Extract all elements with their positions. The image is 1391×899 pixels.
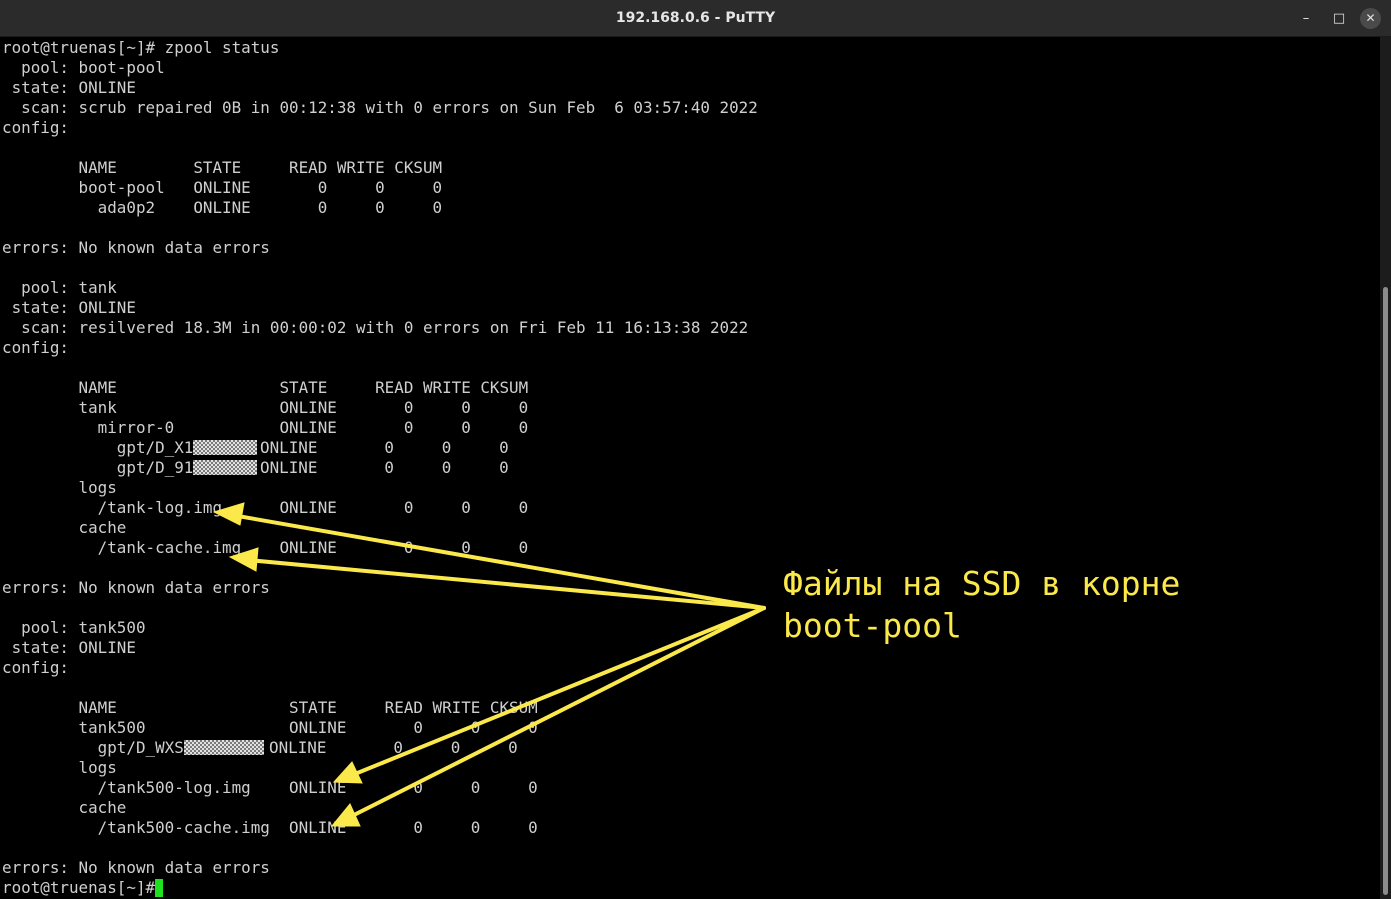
terminal-line-status: ONLINE 0 0 0 [269, 738, 518, 757]
terminal-line-text: gpt/D_X1 [2, 438, 194, 457]
terminal-line-text: /tank500-cache.img ONLINE 0 0 0 [2, 818, 538, 837]
terminal-line-text: gpt/D_WXS [2, 738, 184, 757]
terminal-line: /tank500-cache.img ONLINE 0 0 0 [2, 818, 538, 838]
terminal-line: config: [2, 658, 69, 678]
terminal-line-text: mirror-0 ONLINE 0 0 0 [2, 418, 529, 437]
terminal-line-text: config: [2, 338, 69, 357]
terminal-line: root@truenas[~]# [2, 878, 165, 898]
redacted-serial [193, 440, 258, 455]
terminal-line-status: ONLINE 0 0 0 [260, 458, 509, 477]
terminal-line-text: pool: tank [2, 278, 117, 297]
terminal-line: tank ONLINE 0 0 0 [2, 398, 529, 418]
terminal-line-text: pool: tank500 [2, 618, 146, 637]
terminal-line: NAME STATE READ WRITE CKSUM [2, 158, 443, 178]
terminal-line-text: NAME STATE READ WRITE CKSUM [2, 698, 538, 717]
terminal-line-text: config: [2, 118, 69, 137]
terminal-line-status: ONLINE 0 0 0 [260, 438, 509, 457]
terminal-line-text: cache [2, 798, 127, 817]
terminal-line: root@truenas[~]# zpool status [2, 38, 279, 58]
scrollbar[interactable] [1380, 37, 1391, 899]
terminal-line: errors: No known data errors [2, 238, 270, 258]
terminal-line-text: scan: resilvered 18.3M in 00:00:02 with … [2, 318, 749, 337]
close-icon[interactable]: ✕ [1360, 8, 1381, 29]
terminal-line: errors: No known data errors [2, 578, 270, 598]
terminal-line-text: root@truenas[~]# [2, 878, 165, 897]
terminal-line-text: logs [2, 478, 117, 497]
terminal-line-text: root@truenas[~]# zpool status [2, 38, 280, 57]
redacted-serial [193, 460, 258, 475]
terminal-line-text: cache [2, 518, 127, 537]
terminal-line: pool: tank500 [2, 618, 146, 638]
window-title: 192.168.0.6 - PuTTY [615, 10, 776, 26]
terminal-line: cache [2, 518, 127, 538]
terminal-line: NAME STATE READ WRITE CKSUM [2, 698, 538, 718]
terminal-line-text: errors: No known data errors [2, 238, 270, 257]
terminal-line-text: pool: boot-pool [2, 58, 165, 77]
redacted-serial [183, 740, 264, 755]
terminal-line: NAME STATE READ WRITE CKSUM [2, 378, 529, 398]
terminal-line: state: ONLINE [2, 78, 136, 98]
terminal-line: /tank-cache.img ONLINE 0 0 0 [2, 538, 529, 558]
terminal-line: pool: boot-pool [2, 58, 165, 78]
terminal-line: config: [2, 118, 69, 138]
terminal-output[interactable]: root@truenas[~]# zpool status pool: boot… [0, 37, 1380, 899]
terminal-line-text: /tank500-log.img ONLINE 0 0 0 [2, 778, 538, 797]
terminal-line: boot-pool ONLINE 0 0 0 [2, 178, 443, 198]
terminal-line: errors: No known data errors [2, 858, 270, 878]
terminal-line-text: errors: No known data errors [2, 578, 270, 597]
terminal-line: config: [2, 338, 69, 358]
maximize-icon[interactable]: □ [1325, 0, 1353, 37]
terminal-line: cache [2, 798, 127, 818]
terminal-line: tank500 ONLINE 0 0 0 [2, 718, 538, 738]
terminal-line: mirror-0 ONLINE 0 0 0 [2, 418, 529, 438]
terminal-line-text: boot-pool ONLINE 0 0 0 [2, 178, 443, 197]
terminal-line-text: tank500 ONLINE 0 0 0 [2, 718, 538, 737]
terminal-line: ada0p2 ONLINE 0 0 0 [2, 198, 442, 218]
terminal-line: state: ONLINE [2, 638, 136, 658]
terminal-line: scan: scrub repaired 0B in 00:12:38 with… [2, 98, 758, 118]
terminal-line-text: state: ONLINE [2, 78, 136, 97]
terminal-line-text: /tank-log.img ONLINE 0 0 0 [2, 498, 529, 517]
terminal-line-text: gpt/D_91 [2, 458, 194, 477]
terminal-line: gpt/D_X1 ONLINE 0 0 0 [2, 438, 509, 458]
terminal-line-text: tank ONLINE 0 0 0 [2, 398, 529, 417]
terminal-line-text: state: ONLINE [2, 298, 136, 317]
terminal-line-text: NAME STATE READ WRITE CKSUM [2, 378, 529, 397]
scrollbar-thumb[interactable] [1383, 287, 1388, 895]
terminal-line: /tank500-log.img ONLINE 0 0 0 [2, 778, 538, 798]
annotation-text-line2: boot-pool [783, 606, 962, 645]
minimize-icon[interactable]: – [1292, 0, 1320, 37]
terminal-line: logs [2, 758, 117, 778]
terminal-line-text: scan: scrub repaired 0B in 00:12:38 with… [2, 98, 758, 117]
terminal-line-text: NAME STATE READ WRITE CKSUM [2, 158, 443, 177]
terminal-line-text: state: ONLINE [2, 638, 136, 657]
terminal-line: /tank-log.img ONLINE 0 0 0 [2, 498, 529, 518]
terminal-line-text: logs [2, 758, 117, 777]
terminal-line: logs [2, 478, 117, 498]
terminal-line-text: errors: No known data errors [2, 858, 270, 877]
annotation-text-line1: Файлы на SSD в корне [783, 564, 1181, 603]
terminal-line: state: ONLINE [2, 298, 136, 318]
terminal-line-text: config: [2, 658, 69, 677]
window-titlebar[interactable]: 192.168.0.6 - PuTTY – □ ✕ [0, 0, 1391, 37]
terminal-line-text: ada0p2 ONLINE 0 0 0 [2, 198, 443, 217]
terminal-line: pool: tank [2, 278, 117, 298]
terminal-line: gpt/D_WXS ONLINE 0 0 0 [2, 738, 518, 758]
terminal-line-text: /tank-cache.img ONLINE 0 0 0 [2, 538, 529, 557]
terminal-line: scan: resilvered 18.3M in 00:00:02 with … [2, 318, 748, 338]
terminal-line: gpt/D_91 ONLINE 0 0 0 [2, 458, 509, 478]
